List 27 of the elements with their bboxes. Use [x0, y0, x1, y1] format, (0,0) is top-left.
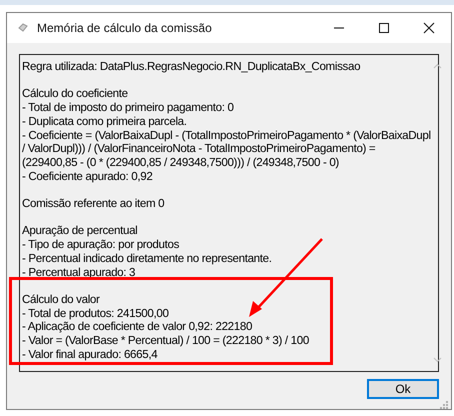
- memo-line: Comissão referente ao item 0: [22, 197, 166, 211]
- scroll-down-icon[interactable]: [432, 357, 442, 363]
- memo-line: Cálculo do valor: [22, 292, 101, 307]
- resize-grip-icon[interactable]: [440, 401, 448, 409]
- memo-line: - Percentual indicado diretamente no representante.: [22, 252, 273, 266]
- maximize-icon: [378, 22, 390, 34]
- memo-line: - Valor final apurado: 6665,4: [22, 348, 158, 362]
- ok-button[interactable]: Ok: [367, 379, 439, 399]
- memo-line: - Total de imposto do primeiro pagamento: 0: [22, 101, 235, 115]
- memo-line: / ValorDupl))) / (ValorFinanceiroNota - TotalImpostoPrimeiroPagamento) =: [22, 142, 376, 156]
- memo-text-area[interactable]: [19, 54, 439, 372]
- app-icon: [17, 22, 29, 34]
- memo-line: Cálculo do coeficiente: [22, 87, 129, 102]
- close-icon: [422, 22, 434, 34]
- memo-line: - Coeficiente = (ValorBaixaDupl - (TotalImpostoPrimeiroPagamento * (ValorBaixaDupl: [22, 128, 431, 142]
- memo-line: - Duplicata como primeira parcela.: [22, 114, 188, 128]
- memo-line: - Total de produtos: 241500,00: [22, 306, 170, 320]
- memo-line: - Coeficiente apurado: 0,92: [22, 170, 154, 184]
- memo-line: Apuração de percentual: [22, 224, 138, 238]
- memo-line: - Valor = (ValorBase * Percentual) / 100 = (222180 * 3) / 100: [22, 334, 310, 348]
- scroll-up-icon[interactable]: [432, 63, 442, 69]
- window-title: Memória de cálculo da comissão: [37, 21, 213, 35]
- memo-line: Regra utilizada: DataPlus.RegrasNegocio.RN_DuplicataBx_Comissao: [22, 60, 362, 74]
- memo-line: - Aplicação de coeficiente de valor 0,92: 222180: [22, 320, 254, 334]
- memo-line: - Tipo de apuração: por produtos: [22, 238, 180, 252]
- memo-line: - Percentual apurado: 3: [22, 266, 136, 280]
- memo-line: (229400,85 - (0 * (229400,85 / 249348,7500))) / (249348,7500 - 0): [22, 156, 340, 170]
